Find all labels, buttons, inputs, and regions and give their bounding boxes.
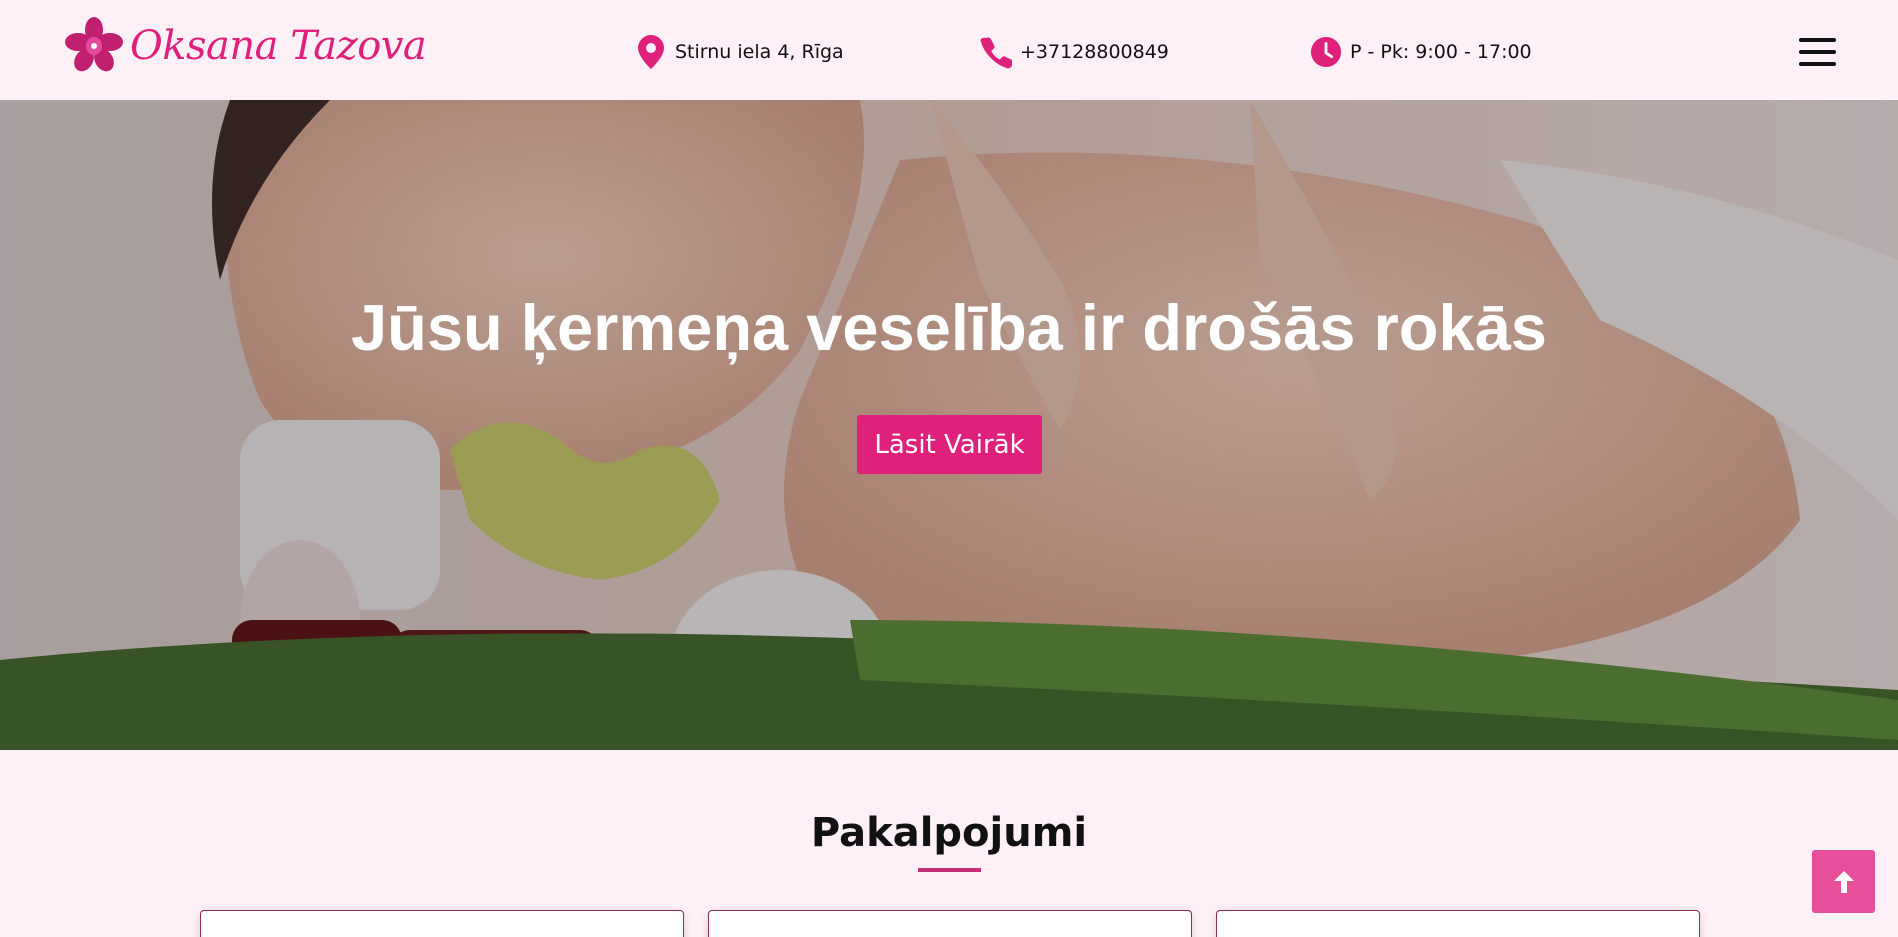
service-card[interactable] — [200, 910, 684, 937]
service-card[interactable] — [708, 910, 1192, 937]
orchid-flower-icon — [65, 17, 123, 72]
phone-text[interactable]: +37128800849 — [1020, 41, 1169, 63]
brand-name: Oksana Tazova — [130, 23, 427, 69]
phone-icon — [980, 34, 1012, 70]
hamburger-menu-icon[interactable] — [1799, 38, 1836, 66]
address-text: Stirnu iela 4, Rīga — [675, 41, 844, 63]
title-underline — [918, 868, 981, 872]
arrow-up-icon — [1833, 870, 1854, 893]
map-pin-icon — [635, 34, 667, 70]
site-header: Oksana Tazova Stirnu iela 4, Rīga +37128… — [0, 0, 1898, 100]
hero-title: Jūsu ķermeņa veselība ir drošās rokās — [351, 291, 1547, 364]
services-title: Pakalpojumi — [810, 810, 1088, 856]
phone-info[interactable]: +37128800849 — [980, 32, 1169, 72]
hours-info: P - Pk: 9:00 - 17:00 — [1310, 32, 1532, 72]
service-card[interactable] — [1216, 910, 1700, 937]
clock-icon — [1310, 34, 1342, 70]
read-more-button[interactable]: Lāsit Vairāk — [857, 415, 1042, 474]
scroll-to-top-button[interactable] — [1812, 850, 1875, 913]
logo[interactable]: Oksana Tazova — [64, 16, 427, 76]
hero-section: Jūsu ķermeņa veselība ir drošās rokās Lā… — [0, 100, 1898, 750]
hours-text: P - Pk: 9:00 - 17:00 — [1350, 41, 1532, 63]
address-info: Stirnu iela 4, Rīga — [635, 32, 844, 72]
